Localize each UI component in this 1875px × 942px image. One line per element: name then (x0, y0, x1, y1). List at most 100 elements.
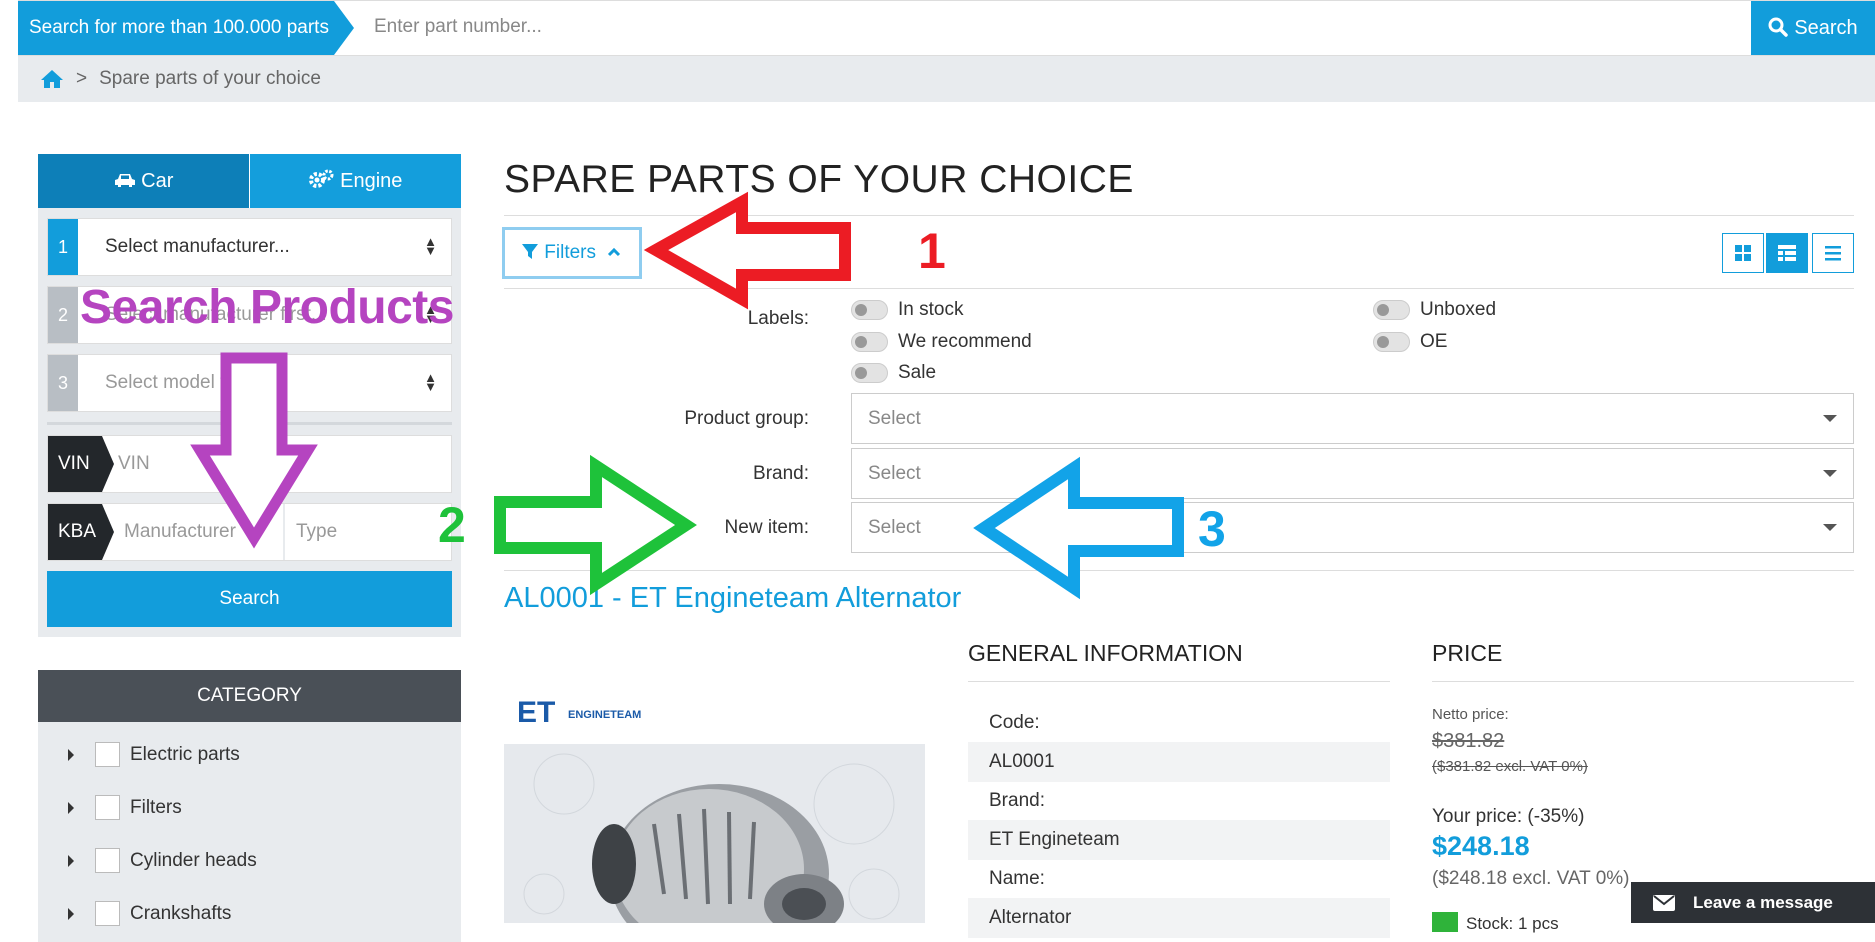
breadcrumb-current: Spare parts of your choice (99, 68, 321, 89)
category-checkbox[interactable] (95, 795, 120, 820)
vin-placeholder: VIN (118, 453, 150, 474)
category-item[interactable]: Cylinder heads (38, 836, 461, 889)
info-name-label: Name: (989, 868, 1045, 889)
toggle-label: Unboxed (1420, 299, 1497, 320)
your-price-label: Your price: (-35%) (1432, 806, 1585, 827)
filters-button[interactable]: Filters (502, 227, 642, 279)
caret-right-icon[interactable] (68, 749, 74, 761)
category-checkbox[interactable] (95, 901, 120, 926)
product-image[interactable] (504, 744, 925, 923)
red-arrow-icon (643, 191, 851, 310)
caret-down-icon (1823, 415, 1837, 422)
svg-text:ET: ET (517, 697, 555, 727)
caret-right-icon[interactable] (68, 855, 74, 867)
caret-right-icon[interactable] (68, 802, 74, 814)
new-item-select[interactable]: Select (851, 502, 1854, 553)
model-select[interactable]: 3 Select model first... ▲ ▼ (47, 354, 452, 412)
netto-price-excl: ($381.82 excl. VAT 0%) (1432, 758, 1588, 775)
price-heading: PRICE (1432, 640, 1503, 666)
caret-down-icon (1823, 470, 1837, 477)
kba-field: KBA Manufacturer Type (47, 503, 452, 561)
select-value: Select (868, 463, 921, 484)
top-search-button[interactable]: Search (1751, 1, 1875, 55)
engineteam-logo: ET ENGINETEAM (517, 696, 647, 732)
top-search-bar: Search for more than 100.000 parts Enter… (18, 0, 1875, 56)
new-item-label: New item: (724, 517, 809, 538)
chevron-up-icon (608, 247, 621, 257)
part-number-input[interactable]: Enter part number... (374, 16, 542, 38)
caret-right-icon[interactable] (68, 908, 74, 920)
annotation-number: 1 (918, 223, 946, 279)
info-name-value: Alternator (968, 898, 1390, 938)
tab-car[interactable]: Car (38, 154, 249, 208)
sort-arrows-icon: ▲ ▼ (424, 370, 437, 394)
your-price-value: $248.18 (1432, 831, 1530, 861)
info-code-value: AL0001 (968, 742, 1390, 782)
envelope-icon (1653, 895, 1675, 911)
car-icon (114, 174, 135, 187)
info-brand-value: ET Engineteam (968, 820, 1390, 860)
category-label: Filters (130, 797, 182, 818)
model-select-text: Select model first... (105, 372, 267, 393)
category-header: CATEGORY (38, 670, 461, 722)
product-title-link[interactable]: AL0001 - ET Engineteam Alternator (504, 582, 961, 615)
divider (504, 215, 1854, 216)
category-label: Crankshafts (130, 903, 232, 924)
grid-view-button[interactable] (1722, 233, 1764, 273)
category-item[interactable]: Crankshafts (38, 889, 461, 942)
manufacturer-select[interactable]: 1 Select manufacturer... ▲ ▼ (47, 218, 452, 276)
table-view-button[interactable] (1766, 233, 1808, 273)
home-icon[interactable] (40, 69, 64, 89)
kba-type-input[interactable]: Type (296, 521, 337, 543)
netto-price-label: Netto price: (1432, 706, 1509, 723)
divider (283, 504, 285, 560)
vin-field[interactable]: VIN VIN (47, 435, 452, 493)
category-item[interactable]: Electric parts (38, 730, 461, 783)
category-checkbox[interactable] (95, 848, 120, 873)
sort-arrows-icon: ▲ ▼ (424, 234, 437, 258)
filter-icon (522, 244, 538, 259)
tab-engine-label: Engine (340, 170, 403, 192)
product-group-label: Product group: (684, 408, 809, 429)
gears-icon (308, 169, 334, 188)
divider (968, 681, 1390, 682)
list-icon (1825, 246, 1841, 261)
page-title: SPARE PARTS OF YOUR CHOICE (504, 158, 1134, 201)
toggle-we-recommend[interactable] (851, 332, 888, 352)
list-view-button[interactable] (1812, 233, 1854, 273)
divider (504, 570, 1854, 571)
kba-manufacturer-input[interactable]: Manufacturer (124, 521, 236, 543)
divider (504, 288, 1854, 289)
category-item[interactable]: Filters (38, 783, 461, 836)
caret-down-icon (1823, 524, 1837, 531)
search-banner-label: Search for more than 100.000 parts (18, 1, 354, 55)
stock-info: Stock: 1 pcs (1432, 912, 1559, 934)
brand-select[interactable]: Select (851, 448, 1854, 499)
category-checkbox[interactable] (95, 742, 120, 767)
select-value: Select (868, 517, 921, 538)
tab-car-label: Car (141, 170, 174, 192)
vin-tag: VIN (48, 436, 114, 492)
netto-price-value: $381.82 (1432, 730, 1505, 752)
leave-message-label: Leave a message (1693, 893, 1833, 912)
stock-text: Stock: 1 pcs (1466, 914, 1559, 933)
toggle-label: Sale (898, 362, 937, 383)
category-list: Electric parts Filters Cylinder heads Cr… (38, 722, 461, 942)
brand-label: Brand: (753, 463, 809, 484)
table-icon (1778, 245, 1796, 261)
toggle-in-stock[interactable] (851, 300, 888, 320)
product-group-select[interactable]: Select (851, 393, 1854, 444)
vehicle-search-button[interactable]: Search (47, 571, 452, 627)
divider (47, 422, 452, 425)
info-brand-label: Brand: (989, 790, 1045, 811)
manufacturer-select-text: Select manufacturer... (105, 236, 290, 257)
toggle-label: In stock (898, 299, 964, 320)
toggle-sale[interactable] (851, 363, 888, 383)
vehicle-sidebar: Car Engine 1 Select manufacturer... ▲ ▼ 2… (38, 154, 461, 942)
tab-engine[interactable]: Engine (250, 154, 461, 208)
toggle-unboxed[interactable] (1373, 300, 1410, 320)
toggle-oe[interactable] (1373, 332, 1410, 352)
leave-message-button[interactable]: Leave a message (1631, 882, 1875, 923)
general-info-heading: GENERAL INFORMATION (968, 640, 1243, 666)
kba-tag: KBA (48, 504, 114, 560)
